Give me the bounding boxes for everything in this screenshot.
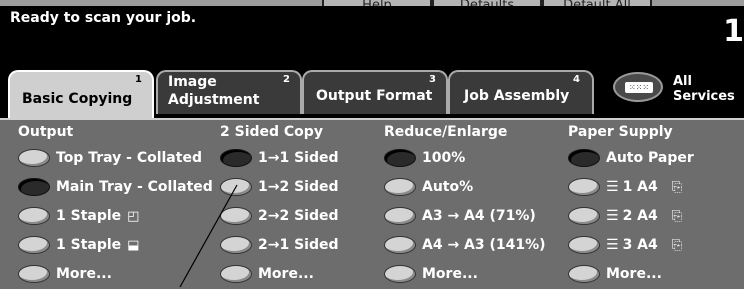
callout-leader-line xyxy=(179,184,238,287)
